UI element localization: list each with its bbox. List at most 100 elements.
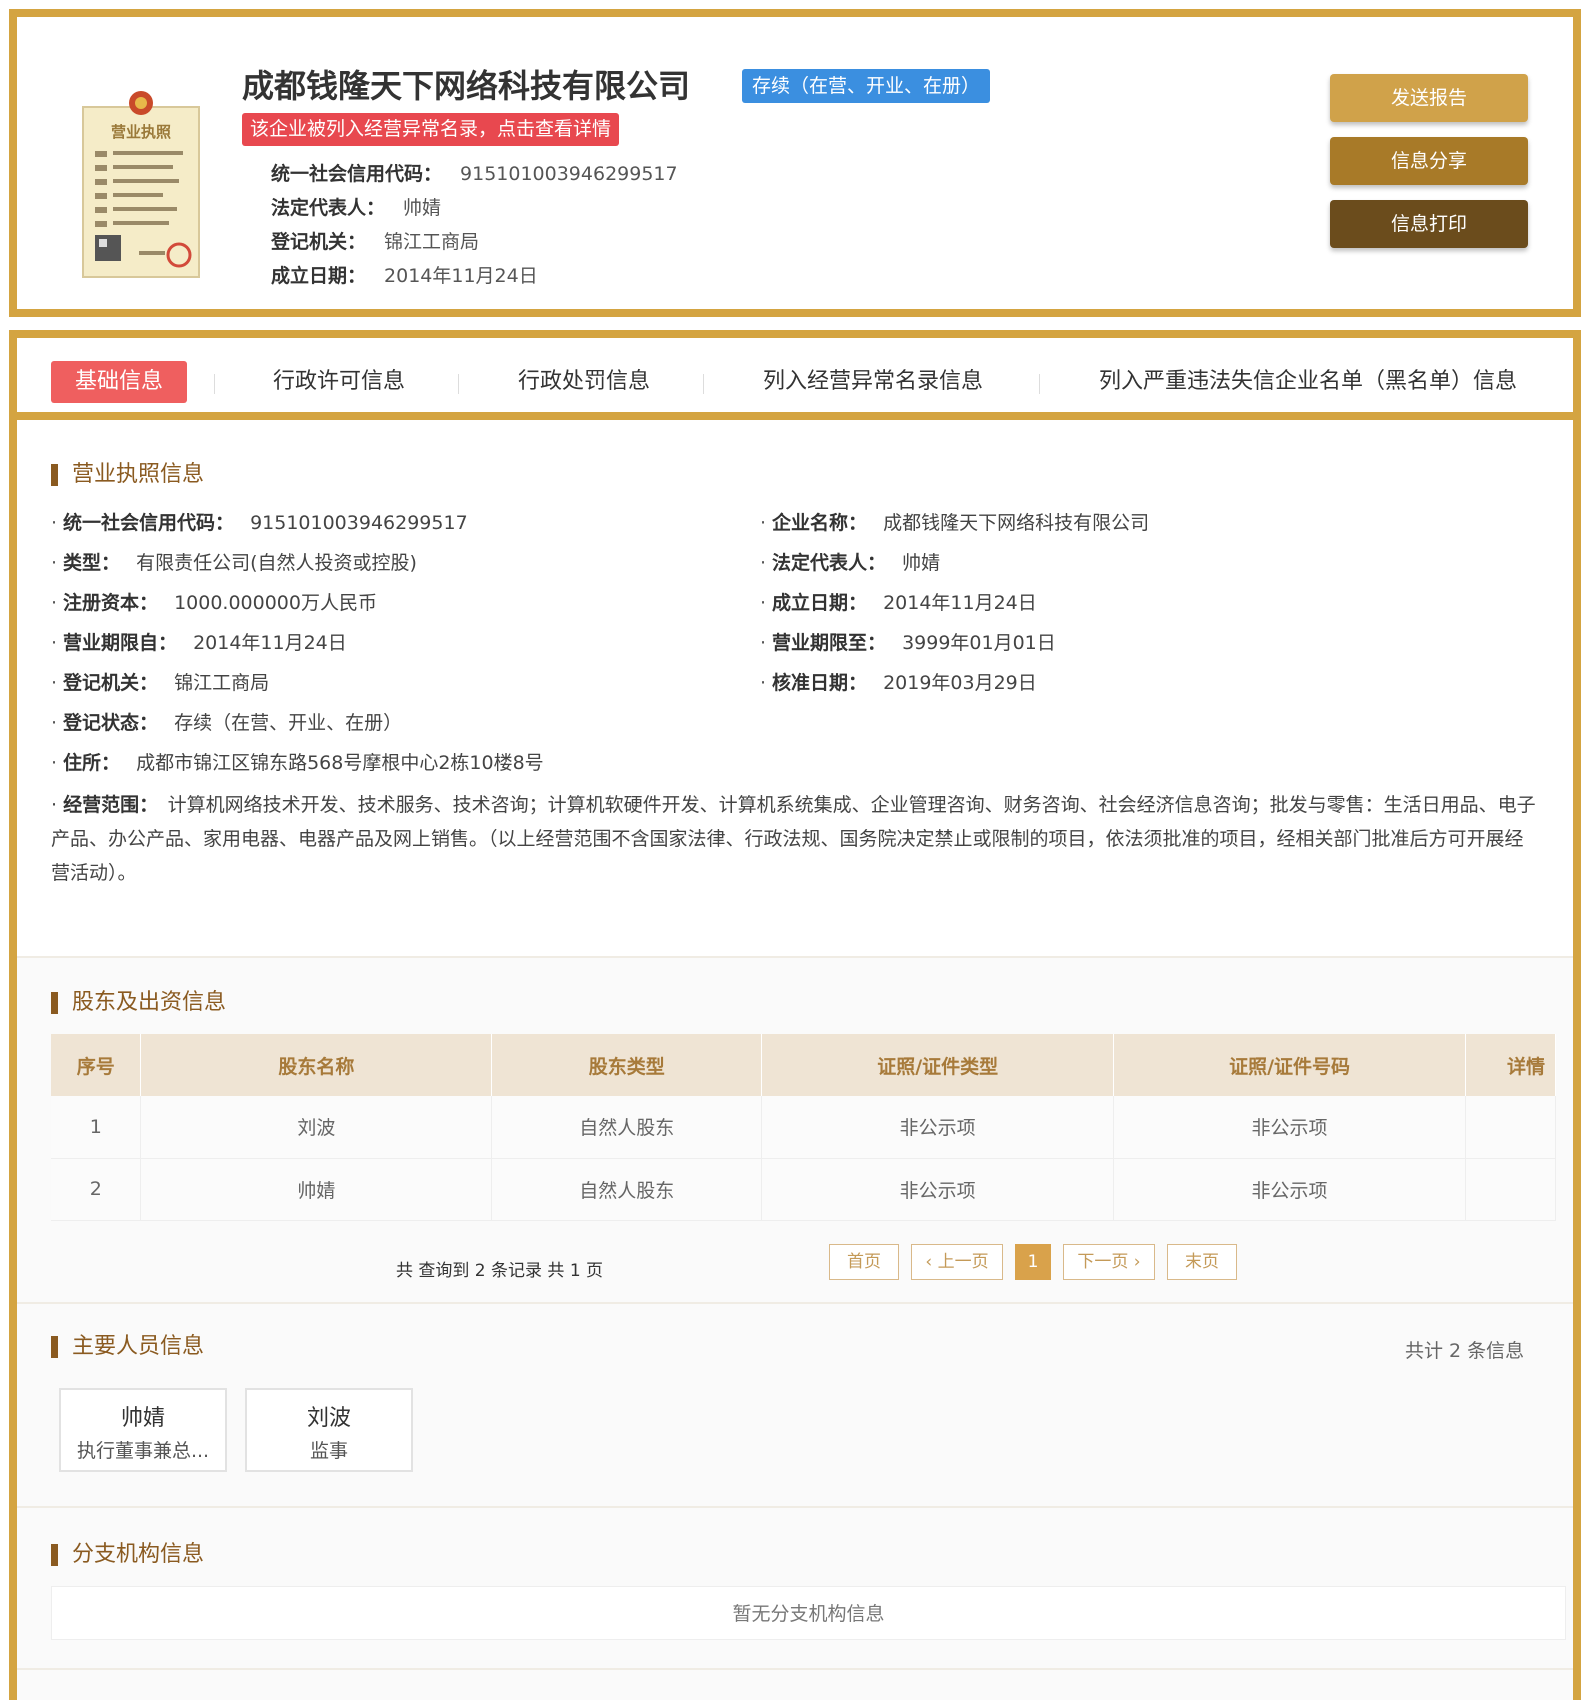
- pager-prev-button[interactable]: ‹ 上一页: [911, 1244, 1003, 1280]
- pager-next-button[interactable]: 下一页 ›: [1063, 1244, 1155, 1280]
- field-credit-code: · 统一社会信用代码： 915101003946299517: [51, 512, 468, 534]
- table-cell: 自然人股东: [491, 1096, 763, 1159]
- person-name: 刘波: [306, 1406, 351, 1431]
- person-card[interactable]: 刘波 监事: [245, 1388, 413, 1472]
- pager-current-page[interactable]: 1: [1015, 1244, 1051, 1280]
- column-header: 序号: [51, 1034, 142, 1096]
- field-label: 营业期限自：: [63, 632, 178, 654]
- table-cell-detail[interactable]: [1465, 1096, 1556, 1159]
- table-cell: 2: [51, 1158, 142, 1221]
- license-section-title: 营业执照信息: [51, 464, 204, 486]
- field-registration-status: · 登记状态： 存续（在营、开业、在册）: [51, 712, 403, 734]
- status-badge: 存续（在营、开业、在册）: [742, 69, 991, 103]
- scope-label: 经营范围：: [63, 794, 149, 816]
- field-value: 2014年11月24日: [193, 632, 347, 654]
- share-info-button[interactable]: 信息分享: [1330, 137, 1528, 185]
- info-label: 登记机关：: [271, 231, 367, 253]
- table-cell-detail[interactable]: [1465, 1158, 1556, 1221]
- field-label: 核准日期：: [772, 672, 868, 694]
- info-value: 锦江工商局: [384, 231, 480, 253]
- column-header: 详情: [1465, 1034, 1556, 1096]
- company-header-card: 营业执照 成都钱隆天下网络科技有限公司 存续（在营、开业、在册） 该企业被列入经…: [9, 9, 1581, 317]
- field-type: · 类型： 有限责任公司(自然人投资或控股): [51, 552, 417, 574]
- field-legal-rep: · 法定代表人： 帅婧: [760, 552, 941, 574]
- person-role: 监事: [309, 1440, 348, 1462]
- field-value: 存续（在营、开业、在册）: [174, 712, 403, 734]
- field-value: 1000.000000万人民币: [174, 592, 377, 614]
- abnormal-list-banner[interactable]: 该企业被列入经营异常名录，点击查看详情: [242, 113, 620, 146]
- field-company-name: · 企业名称： 成都钱隆天下网络科技有限公司: [760, 512, 1150, 534]
- table-cell: 帅婧: [140, 1158, 493, 1221]
- tab-bar: 基础信息 行政许可信息 行政处罚信息 列入经营异常名录信息 列入严重违法失信企业…: [17, 338, 1573, 420]
- tab-basic-info[interactable]: 基础信息: [51, 361, 188, 403]
- print-info-button[interactable]: 信息打印: [1330, 200, 1528, 248]
- field-label: 法定代表人：: [772, 552, 887, 574]
- column-header: 股东类型: [491, 1034, 763, 1096]
- field-value: 2014年11月24日: [883, 592, 1037, 614]
- pager-first-button[interactable]: 首页: [829, 1244, 899, 1280]
- table-row: 2 帅婧 自然人股东 非公示项 非公示项: [51, 1158, 1556, 1221]
- pager-last-button[interactable]: 末页: [1167, 1244, 1237, 1280]
- pager-summary: 共 查询到 2 条记录 共 1 页: [396, 1261, 604, 1281]
- section-divider: [17, 1668, 1573, 1670]
- tab-separator: [458, 374, 459, 394]
- person-card[interactable]: 帅婧 执行董事兼总...: [59, 1388, 227, 1472]
- field-value: 2019年03月29日: [883, 672, 1037, 694]
- header-registration-authority: 登记机关： 锦江工商局: [271, 227, 479, 254]
- field-value: 帅婧: [902, 552, 941, 574]
- person-name: 帅婧: [120, 1406, 165, 1431]
- info-value: 915101003946299517: [460, 163, 678, 185]
- table-cell: 非公示项: [761, 1096, 1115, 1159]
- table-row: 1 刘波 自然人股东 非公示项 非公示项: [51, 1096, 1556, 1159]
- license-image-title: 营业执照: [111, 123, 171, 141]
- tab-separator: [703, 374, 704, 394]
- field-value: 成都钱隆天下网络科技有限公司: [883, 512, 1150, 534]
- field-label: 注册资本：: [63, 592, 159, 614]
- field-label: 类型：: [63, 552, 121, 574]
- tab-admin-penalty[interactable]: 行政处罚信息: [518, 361, 650, 403]
- field-address: · 住所： 成都市锦江区锦东路568号摩根中心2栋10楼8号: [51, 752, 544, 774]
- field-term-to: · 营业期限至： 3999年01月01日: [760, 632, 1056, 654]
- info-label: 统一社会信用代码：: [271, 163, 443, 185]
- field-established-date: · 成立日期： 2014年11月24日: [760, 592, 1037, 614]
- company-name: 成都钱隆天下网络科技有限公司: [242, 67, 691, 105]
- table-header-row: 序号 股东名称 股东类型 证照/证件类型 证照/证件号码 详情: [51, 1034, 1556, 1096]
- header-credit-code: 统一社会信用代码： 915101003946299517: [271, 159, 678, 186]
- shareholder-table: 序号 股东名称 股东类型 证照/证件类型 证照/证件号码 详情 1 刘波 自然人…: [51, 1034, 1556, 1221]
- shareholder-section-title: 股东及出资信息: [51, 992, 226, 1014]
- field-value: 成都市锦江区锦东路568号摩根中心2栋10楼8号: [136, 752, 544, 774]
- field-registered-capital: · 注册资本： 1000.000000万人民币: [51, 592, 377, 614]
- header-established-date: 成立日期： 2014年11月24日: [271, 261, 538, 288]
- tab-abnormal-list[interactable]: 列入经营异常名录信息: [763, 361, 983, 403]
- company-detail-card: 基础信息 行政许可信息 行政处罚信息 列入经营异常名录信息 列入严重违法失信企业…: [9, 330, 1581, 1700]
- field-label: 登记状态：: [63, 712, 159, 734]
- field-value: 915101003946299517: [250, 512, 468, 534]
- column-header: 证照/证件类型: [761, 1034, 1115, 1096]
- chevron-left-icon: ‹: [925, 1252, 938, 1272]
- person-role: 执行董事兼总...: [76, 1440, 210, 1462]
- info-label: 法定代表人：: [271, 197, 386, 219]
- table-cell: 刘波: [140, 1096, 493, 1159]
- table-cell: 非公示项: [1113, 1096, 1466, 1159]
- table-cell: 非公示项: [761, 1158, 1115, 1221]
- field-value: 3999年01月01日: [902, 632, 1056, 654]
- field-value: 锦江工商局: [174, 672, 270, 694]
- info-label: 成立日期：: [271, 265, 367, 287]
- business-scope: · 经营范围： 计算机网络技术开发、技术服务、技术咨询；计算机软硬件开发、计算机…: [51, 794, 1536, 884]
- tab-separator: [214, 374, 215, 394]
- field-label: 企业名称：: [772, 512, 868, 534]
- tab-blacklist[interactable]: 列入严重违法失信企业名单（黑名单）信息: [1099, 361, 1517, 403]
- send-report-button[interactable]: 发送报告: [1330, 74, 1528, 122]
- field-label: 营业期限至：: [772, 632, 887, 654]
- field-label: 住所：: [63, 752, 121, 774]
- business-license-image[interactable]: 营业执照: [79, 85, 203, 281]
- header-legal-rep: 法定代表人： 帅婧: [271, 193, 441, 220]
- field-label: 统一社会信用代码：: [63, 512, 235, 534]
- personnel-section-title: 主要人员信息: [51, 1336, 204, 1358]
- tab-separator: [1039, 374, 1040, 394]
- branch-section-title: 分支机构信息: [51, 1544, 204, 1566]
- tab-admin-license[interactable]: 行政许可信息: [273, 361, 405, 403]
- column-header: 证照/证件号码: [1113, 1034, 1466, 1096]
- pager-next-label: 下一页: [1077, 1252, 1129, 1272]
- table-cell: 自然人股东: [491, 1158, 763, 1221]
